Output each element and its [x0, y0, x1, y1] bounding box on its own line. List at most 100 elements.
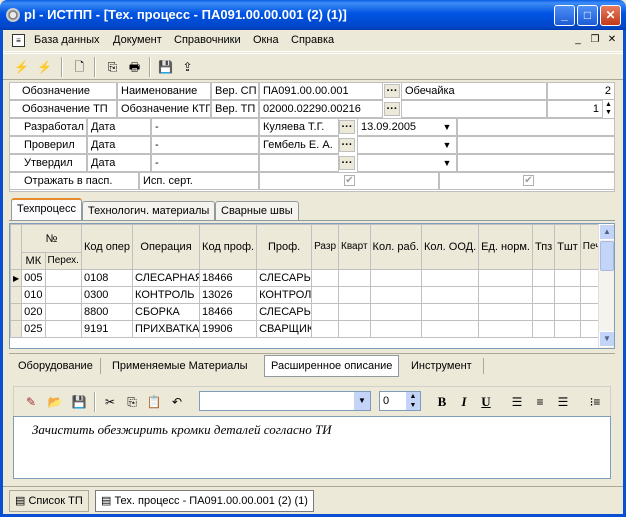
export-icon[interactable]: ⇪ [177, 57, 198, 77]
cell-kvart[interactable] [338, 303, 371, 321]
checker-date-left[interactable]: - [151, 136, 259, 154]
cell-op-code[interactable]: 0300 [80, 286, 134, 304]
cell-operation[interactable]: СБОРКА [132, 303, 201, 321]
maximize-button[interactable]: □ [577, 5, 598, 26]
cell-tsht[interactable] [554, 286, 581, 304]
save-icon[interactable]: 💾 [68, 392, 90, 412]
tp-list-tab[interactable]: ▤ Список ТП [9, 490, 89, 512]
cell-mk[interactable]: 010 [21, 286, 46, 304]
cell-ood[interactable] [420, 269, 480, 287]
new-document-icon[interactable]: 🗋 [69, 57, 90, 77]
table-row[interactable]: ▶ 005 0108 СЛЕСАРНАЯ 18466 СЛЕСАРЬ ✔ [10, 269, 614, 287]
cell-operation[interactable]: ПРИХВАТКА [132, 320, 201, 338]
checker-browse-button[interactable]: ··· [339, 138, 355, 152]
subtab-materials[interactable]: Применяемые Материалы [106, 355, 254, 377]
cell-workers[interactable] [369, 269, 422, 287]
developer-date-left[interactable]: - [151, 118, 259, 136]
cell-prof-code[interactable]: 13026 [199, 286, 258, 304]
cell-grade[interactable] [311, 320, 340, 338]
table-row[interactable]: 020 8800 СБОРКА 18466 СЛЕСАРЬ ✔ [10, 303, 614, 321]
cell-op-code[interactable]: 9191 [80, 320, 134, 338]
cell-mk[interactable]: 025 [21, 320, 46, 338]
cell-profession[interactable]: СЛЕСАРЬ [256, 303, 313, 321]
col-operation[interactable]: Операция [132, 224, 201, 270]
table-row[interactable]: 025 9191 ПРИХВАТКА 19906 СВАРЩИК ✔ [10, 320, 614, 338]
version-tp-spinner[interactable]: ▲ ▼ [603, 101, 614, 117]
cell-unit-norm[interactable] [478, 269, 533, 287]
cell-tpz[interactable] [531, 303, 556, 321]
italic-button[interactable]: I [453, 392, 475, 412]
tab-tech-materials[interactable]: Технологич. материалы [82, 201, 216, 220]
cell-mk[interactable]: 020 [21, 303, 46, 321]
description-editor[interactable]: Зачистить обезжирить кромки деталей согл… [13, 416, 611, 479]
cell-workers[interactable] [369, 303, 422, 321]
cell-kvart[interactable] [338, 269, 371, 287]
menu-document[interactable]: Документ [113, 34, 162, 46]
cell-grade[interactable] [311, 269, 340, 287]
font-name-select[interactable] [199, 391, 371, 411]
cell-workers[interactable] [369, 320, 422, 338]
menu-references[interactable]: Справочники [174, 34, 241, 46]
mdi-restore-button[interactable]: ❐ [588, 35, 602, 47]
cell-kvart[interactable] [338, 320, 371, 338]
print-preview-icon[interactable]: 🖶 [124, 57, 145, 77]
cell-tpz[interactable] [531, 269, 556, 287]
menu-help[interactable]: Справка [291, 34, 334, 46]
cell-mk[interactable]: 005 [21, 269, 46, 287]
approver-browse-button[interactable]: ··· [339, 156, 355, 170]
menu-windows[interactable]: Окна [253, 34, 279, 46]
mdi-minimize-button[interactable]: _ [571, 35, 585, 47]
col-kvart[interactable]: Кварт [338, 224, 371, 270]
col-profession[interactable]: Проф. [256, 224, 313, 270]
col-mk[interactable]: МК [21, 252, 46, 270]
cell-tsht[interactable] [554, 269, 581, 287]
certificate-checkbox[interactable]: ✔ [523, 175, 534, 186]
cell-op-code[interactable]: 8800 [80, 303, 134, 321]
disconnect-icon[interactable]: ⚡ [11, 57, 32, 77]
cell-tpz[interactable] [531, 320, 556, 338]
tab-welds[interactable]: Сварные швы [215, 201, 299, 220]
cell-operation[interactable]: КОНТРОЛЬ [132, 286, 201, 304]
tp-designation-browse-button[interactable]: ··· [384, 102, 400, 116]
cell-operation[interactable]: СЛЕСАРНАЯ [132, 269, 201, 287]
passport-checkbox[interactable]: ✔ [344, 175, 355, 186]
copy-icon[interactable]: ⎘ [121, 392, 143, 412]
minimize-button[interactable]: _ [554, 5, 575, 26]
copy-document-icon[interactable]: ⎘ [102, 57, 123, 77]
scroll-thumb[interactable] [600, 241, 614, 271]
col-tpz[interactable]: Тпз [531, 224, 556, 270]
developer-date-dropdown[interactable]: ▼ [440, 119, 454, 135]
cell-tpz[interactable] [531, 286, 556, 304]
cut-icon[interactable]: ✂ [99, 392, 121, 412]
align-left-icon[interactable]: ☰ [506, 392, 528, 412]
cell-prof-code[interactable]: 18466 [199, 269, 258, 287]
save-icon[interactable]: 💾 [155, 57, 176, 77]
tab-techprocess[interactable]: Техпроцесс [11, 198, 82, 220]
checker-date-dropdown[interactable]: ▼ [440, 137, 454, 153]
undo-icon[interactable]: ↶ [166, 392, 188, 412]
cell-ood[interactable] [420, 286, 480, 304]
cell-unit-norm[interactable] [478, 303, 533, 321]
cell-grade[interactable] [311, 303, 340, 321]
align-right-icon[interactable]: ☰ [552, 392, 574, 412]
scroll-down-button[interactable]: ▼ [599, 331, 614, 347]
operations-grid[interactable]: № Код опер Операция Код проф. Проф. Разр… [9, 223, 615, 349]
menu-database[interactable]: База данных [34, 34, 100, 46]
developer-browse-button[interactable]: ··· [339, 120, 355, 134]
techprocess-window-tab[interactable]: ▤ Тех. процесс - ПА091.00.00.001 (2) (1) [95, 490, 314, 512]
cell-transition[interactable] [44, 269, 82, 287]
col-prof-code[interactable]: Код проф. [199, 224, 258, 270]
cell-profession[interactable]: СЛЕСАРЬ [256, 269, 313, 287]
cell-tsht[interactable] [554, 303, 581, 321]
align-center-icon[interactable]: ≡ [529, 392, 551, 412]
open-folder-icon[interactable]: 📂 [44, 392, 66, 412]
checker-person[interactable]: Гембель Е. А. [259, 136, 339, 154]
cell-tsht[interactable] [554, 320, 581, 338]
connect-icon[interactable]: ⚡ [34, 57, 55, 77]
cell-prof-code[interactable]: 19906 [199, 320, 258, 338]
col-tsht[interactable]: Тшт [554, 224, 581, 270]
subtab-tools[interactable]: Инструмент [405, 355, 478, 377]
cell-transition[interactable] [44, 286, 82, 304]
cell-profession[interactable]: КОНТРОЛЕР [256, 286, 313, 304]
document-icon[interactable]: ≡ [12, 34, 25, 47]
